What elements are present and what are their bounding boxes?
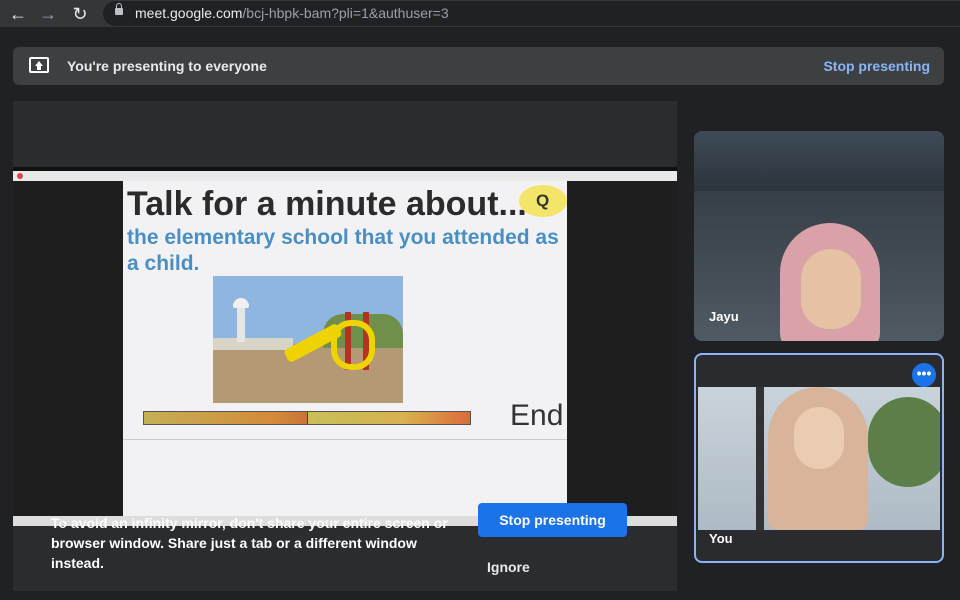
presentation-stage: Talk for a minute about... Q the element… — [13, 101, 677, 591]
presenting-banner: You're presenting to everyone Stop prese… — [13, 47, 944, 85]
end-label: End — [510, 399, 564, 432]
photo-wall — [213, 338, 293, 350]
forward-arrow-icon[interactable]: → — [37, 3, 59, 25]
video-window-frame — [756, 387, 764, 530]
back-arrow-icon[interactable]: ← — [7, 3, 29, 25]
slide-divider — [123, 439, 567, 440]
present-screen-icon — [29, 57, 49, 73]
slide-title: Talk for a minute about... — [127, 185, 527, 223]
url-text[interactable]: meet.google.com/bcj-hbpk-bam?pli=1&authu… — [135, 5, 449, 21]
reload-icon[interactable]: ↻ — [69, 3, 91, 25]
shared-window-titlebar — [13, 171, 677, 181]
playground-photo — [213, 276, 403, 403]
timer-bar — [143, 411, 471, 425]
presenting-status-text: You're presenting to everyone — [67, 58, 267, 74]
infinity-mirror-warning: To avoid an infinity mirror, don't share… — [51, 515, 448, 571]
browser-toolbar: ← → ↻ meet.google.com/bcj-hbpk-bam?pli=1… — [0, 0, 960, 27]
self-video-face — [794, 407, 844, 469]
shared-slide: Talk for a minute about... Q the element… — [123, 181, 567, 518]
address-bar[interactable]: meet.google.com/bcj-hbpk-bam?pli=1&authu… — [103, 1, 960, 26]
more-options-icon[interactable]: ••• — [912, 363, 936, 387]
participant-tile-jayu[interactable]: Jayu — [694, 131, 944, 341]
banner-stop-presenting-button[interactable]: Stop presenting — [823, 58, 930, 74]
url-path: /bcj-hbpk-bam?pli=1&authuser=3 — [242, 5, 449, 21]
ignore-button[interactable]: Ignore — [487, 559, 530, 575]
url-host: meet.google.com — [135, 5, 243, 21]
self-video — [698, 387, 940, 530]
photo-water-tower — [233, 298, 249, 342]
slide-subtitle: the elementary school that you attended … — [127, 226, 559, 275]
participant-tile-you[interactable]: ••• You — [694, 353, 944, 563]
lock-icon[interactable] — [115, 3, 123, 15]
participant-name: You — [709, 531, 733, 546]
question-badge: Q — [519, 185, 567, 217]
participant-face — [801, 249, 861, 329]
participant-name: Jayu — [709, 309, 739, 324]
window-control-icon — [17, 173, 23, 179]
video-plant — [868, 397, 940, 487]
shared-screen-left-margin — [13, 181, 123, 518]
photo-yellow-tube — [331, 320, 375, 370]
stop-presenting-button[interactable]: Stop presenting — [478, 503, 627, 537]
timer-divider — [307, 412, 308, 424]
video-background — [694, 131, 944, 191]
question-badge-label: Q — [536, 191, 550, 210]
shared-screen-right-margin — [567, 181, 677, 518]
